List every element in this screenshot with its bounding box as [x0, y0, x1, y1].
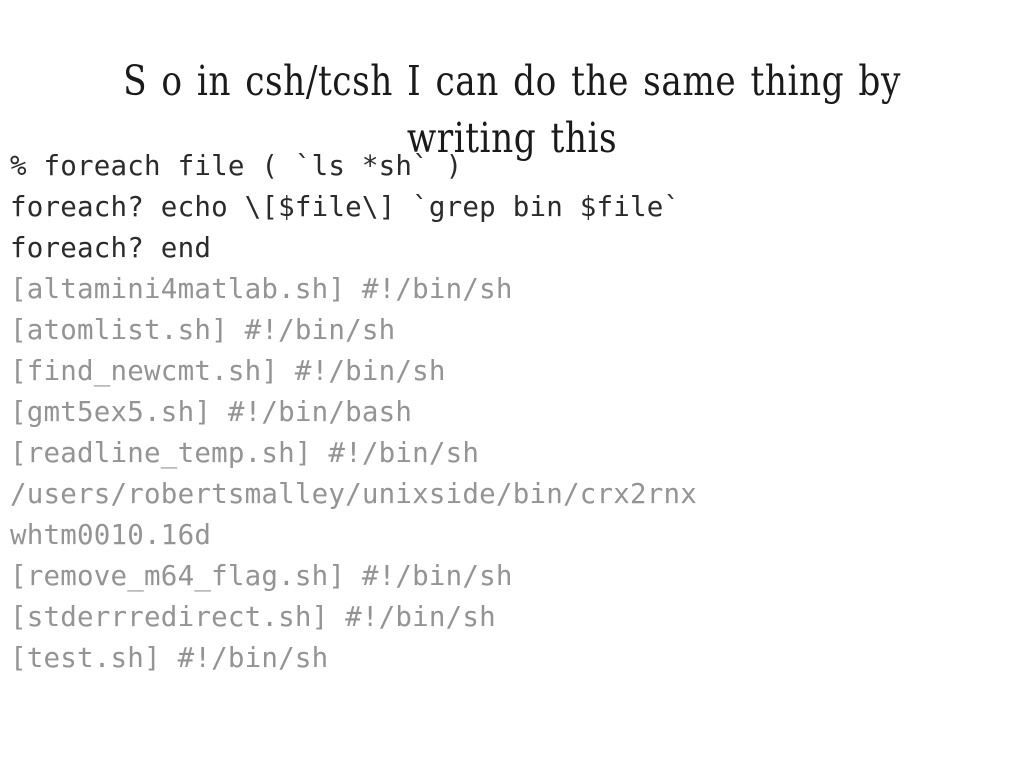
terminal-transcript: % foreach file ( `ls *sh` ) foreach? echo…	[10, 146, 1014, 679]
slide-canvas: S o in csh/tcsh I can do the same thing …	[0, 0, 1024, 768]
terminal-output-line: [altamini4matlab.sh] #!/bin/sh	[10, 273, 513, 305]
terminal-output-line: [test.sh] #!/bin/sh	[10, 642, 329, 674]
terminal-output-line: [readline_temp.sh] #!/bin/sh	[10, 437, 480, 469]
terminal-output-line: whtm0010.16d	[10, 519, 212, 551]
terminal-command-line: % foreach file ( `ls *sh` )	[10, 150, 463, 182]
terminal-command-line: foreach? end	[10, 232, 212, 264]
terminal-output-line: [remove_m64_flag.sh] #!/bin/sh	[10, 560, 513, 592]
terminal-output-line: [find_newcmt.sh] #!/bin/sh	[10, 355, 446, 387]
terminal-output-line: [atomlist.sh] #!/bin/sh	[10, 314, 396, 346]
terminal-output-line: [stderrredirect.sh] #!/bin/sh	[10, 601, 496, 633]
terminal-output-line: /users/robertsmalley/unixside/bin/crx2rn…	[10, 478, 698, 510]
terminal-command-line: foreach? echo \[$file\] `grep bin $file`	[10, 191, 681, 223]
terminal-output-line: [gmt5ex5.sh] #!/bin/bash	[10, 396, 413, 428]
